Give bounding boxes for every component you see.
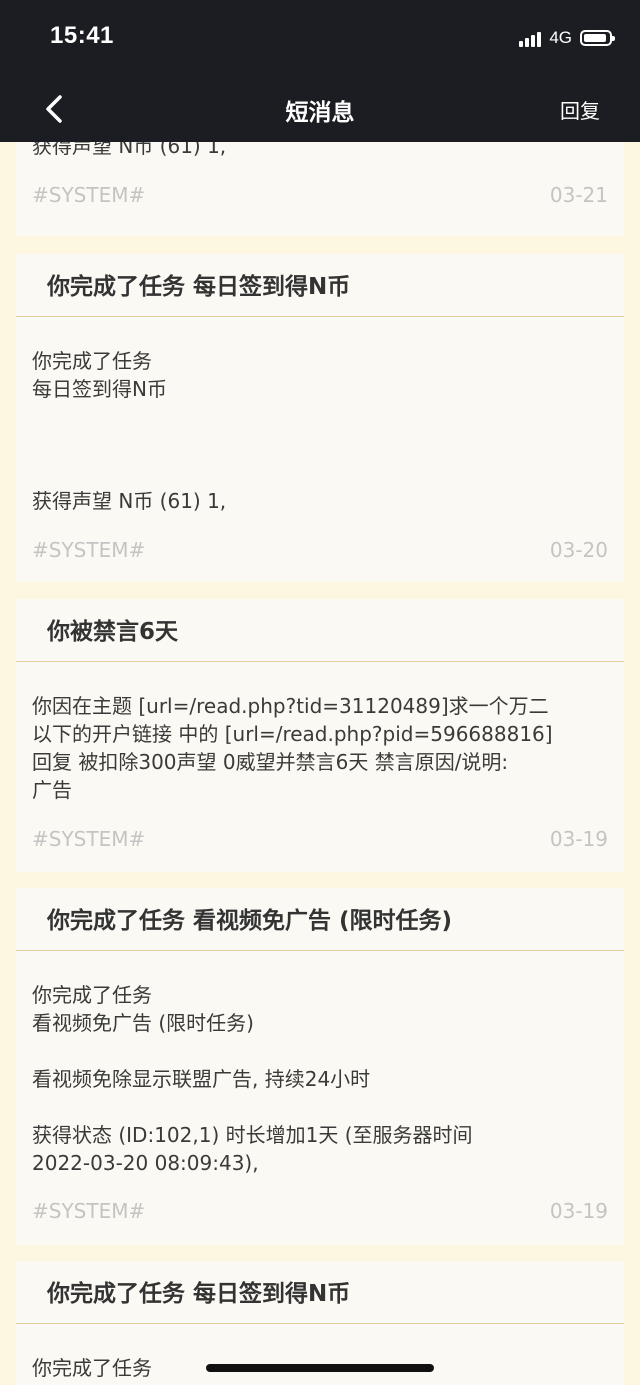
message-date: 03-21 [549,183,608,207]
message-line: 看视频免除显示联盟广告, 持续24小时 [32,1067,371,1091]
message-sender: #SYSTEM# [32,183,146,207]
status-bar: 15:41 4G [0,0,640,75]
message-footer: #SYSTEM# 03-19 [32,1199,608,1223]
message-footer: #SYSTEM# 03-20 [32,538,608,562]
message-line: 你因在主题 [url=/read.php?tid=31120489]求一个万二 [32,694,549,718]
message-date: 03-19 [549,827,608,851]
message-card[interactable]: 你完成了任务 看视频免广告 (限时任务) 你完成了任务 看视频免广告 (限时任务… [16,888,624,1245]
message-body: 你完成了任务 [16,1324,624,1382]
message-line: 你完成了任务 [32,983,152,1007]
message-list[interactable]: 获得声望 N币 (61) 1, #SYSTEM# 03-21 你完成了任务 每日… [0,142,640,1385]
message-date: 03-19 [549,1199,608,1223]
message-line: 看视频免广告 (限时任务) [32,1011,254,1035]
message-line: 2022-03-20 08:09:43), [32,1151,259,1175]
nav-bar: 短消息 回复 [0,75,640,142]
message-line [32,459,608,487]
message-title: 你被禁言6天 [16,599,624,662]
message-line [32,431,608,459]
status-time: 15:41 [50,22,114,49]
message-card[interactable]: 你完成了任务 每日签到得N币 你完成了任务 每日签到得N币 获得声望 N币 (6… [16,254,624,582]
message-line: 你完成了任务 [32,349,152,373]
message-title: 你完成了任务 每日签到得N币 [16,254,624,317]
message-line: 以下的开户链接 中的 [url=/read.php?pid=596688816] [32,722,553,746]
message-line: 广告 [32,778,72,802]
message-line: 获得状态 (ID:102,1) 时长增加1天 (至服务器时间 [32,1123,473,1147]
signal-icon [519,29,542,47]
message-line [32,403,608,431]
message-title: 你完成了任务 看视频免广告 (限时任务) [16,888,624,951]
message-line: 回复 被扣除300声望 0威望并禁言6天 禁言原因/说明: [32,750,509,774]
message-date: 03-20 [549,538,608,562]
message-body: 你完成了任务 每日签到得N币 获得声望 N币 (61) 1, [16,317,624,515]
page-title: 短消息 [285,100,355,126]
message-line: 获得声望 N币 (61) 1, [32,489,227,513]
message-sender: #SYSTEM# [32,538,146,562]
message-line: 获得声望 N币 (61) 1, [32,142,227,158]
message-card[interactable]: 你被禁言6天 你因在主题 [url=/read.php?tid=31120489… [16,599,624,872]
reply-button[interactable]: 回复 [560,95,600,124]
message-title: 你完成了任务 每日签到得N币 [16,1261,624,1324]
message-body: 你完成了任务 看视频免广告 (限时任务) 看视频免除显示联盟广告, 持续24小时… [16,951,624,1177]
message-line: 每日签到得N币 [32,377,167,401]
network-type: 4G [549,28,572,47]
message-body: 你因在主题 [url=/read.php?tid=31120489]求一个万二 … [16,662,624,804]
message-footer: #SYSTEM# 03-21 [32,183,608,207]
message-sender: #SYSTEM# [32,827,146,851]
message-card[interactable]: 获得声望 N币 (61) 1, #SYSTEM# 03-21 [16,142,624,236]
battery-icon [580,30,615,46]
status-icons: 4G [519,27,615,49]
message-footer: #SYSTEM# 03-19 [32,827,608,851]
message-line [32,1093,608,1121]
home-indicator[interactable] [206,1364,434,1372]
message-sender: #SYSTEM# [32,1199,146,1223]
message-line [32,1037,608,1065]
